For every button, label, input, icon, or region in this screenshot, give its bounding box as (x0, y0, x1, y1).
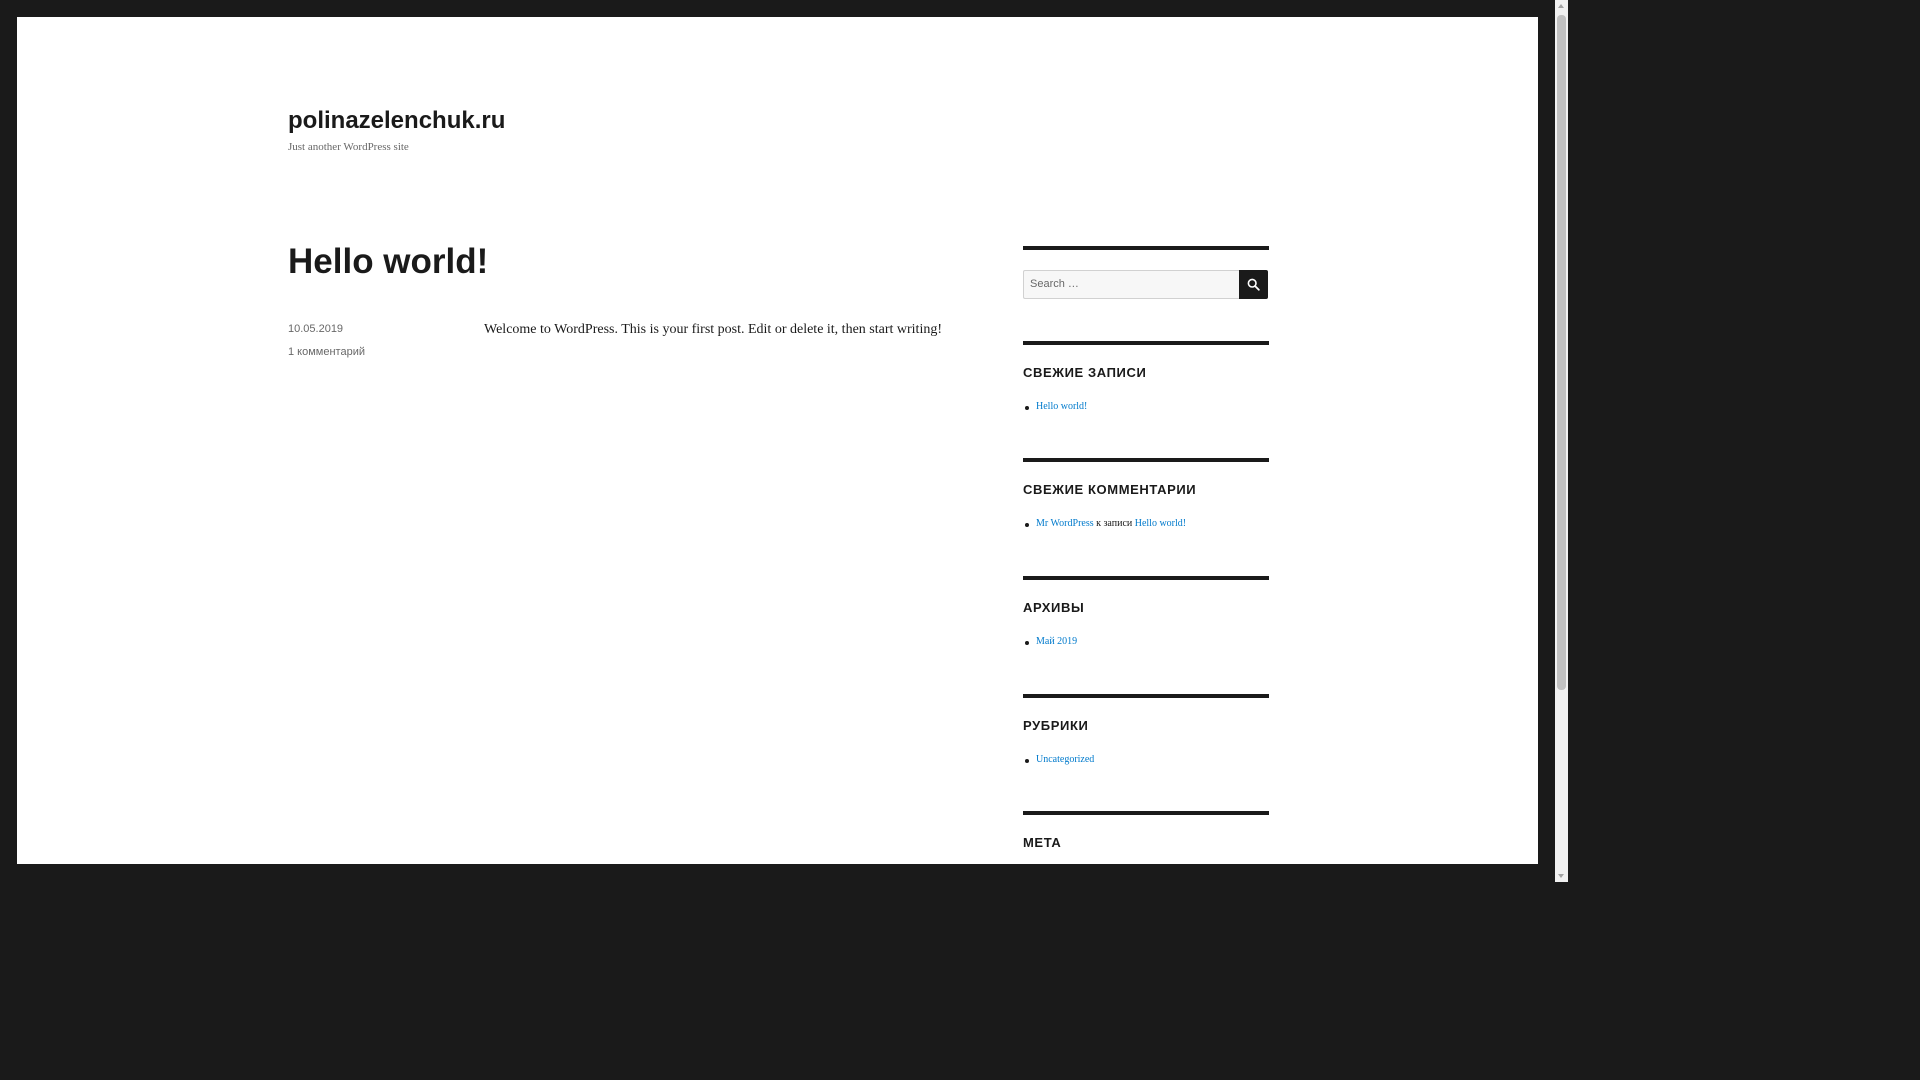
archives-list: Май 2019 (1023, 636, 1077, 647)
archives-widget: АРХИВЫ Май 2019 (1023, 576, 1269, 680)
archive-link[interactable]: Май 2019 (1036, 636, 1077, 647)
recent-post-link[interactable]: Hello world! (1036, 401, 1087, 412)
comment-connector: к записи (1096, 518, 1133, 529)
categories-widget: РУБРИКИ Uncategorized (1023, 694, 1269, 798)
post-title[interactable]: Hello world! (288, 242, 488, 282)
comment-post-link[interactable]: Hello world! (1135, 518, 1186, 529)
meta-widget: МЕТА (1023, 811, 1269, 864)
categories-title: РУБРИКИ (1023, 718, 1089, 733)
scroll-down-arrow-icon[interactable] (1555, 869, 1568, 882)
list-item: Hello world! (1023, 401, 1087, 412)
site-title[interactable]: polinazelenchuk.ru (288, 107, 505, 135)
search-form: Search … (1023, 270, 1269, 299)
list-item: Uncategorized (1023, 754, 1094, 765)
recent-posts-widget: СВЕЖИЕ ЗАПИСИ Hello world! (1023, 341, 1269, 445)
list-item: Май 2019 (1023, 636, 1077, 647)
page-frame: polinazelenchuk.ru Just another WordPres… (17, 17, 1538, 864)
recent-comments-list: Mr WordPress к записи Hello world! (1023, 518, 1186, 529)
meta-title: МЕТА (1023, 835, 1062, 850)
comment-author-link[interactable]: Mr WordPress (1036, 518, 1094, 529)
categories-list: Uncategorized (1023, 754, 1094, 765)
site-description: Just another WordPress site (288, 141, 409, 153)
search-widget: Search … (1023, 246, 1269, 310)
recent-posts-list: Hello world! (1023, 401, 1087, 412)
vertical-scrollbar[interactable] (1555, 0, 1568, 882)
post-comments-link[interactable]: 1 комментарий (288, 346, 365, 358)
search-input[interactable]: Search … (1023, 270, 1239, 299)
category-link[interactable]: Uncategorized (1036, 754, 1094, 765)
recent-posts-title: СВЕЖИЕ ЗАПИСИ (1023, 365, 1147, 380)
archives-title: АРХИВЫ (1023, 600, 1085, 615)
post-date[interactable]: 10.05.2019 (288, 323, 343, 335)
post-content: Welcome to WordPress. This is your first… (484, 322, 942, 337)
scrollbar-thumb[interactable] (1557, 15, 1566, 690)
list-item: Mr WordPress к записи Hello world! (1023, 518, 1186, 529)
recent-comments-title: СВЕЖИЕ КОММЕНТАРИИ (1023, 482, 1197, 497)
recent-comments-widget: СВЕЖИЕ КОММЕНТАРИИ Mr WordPress к записи… (1023, 458, 1269, 562)
search-button[interactable] (1239, 270, 1268, 299)
scroll-up-arrow-icon[interactable] (1555, 0, 1568, 13)
